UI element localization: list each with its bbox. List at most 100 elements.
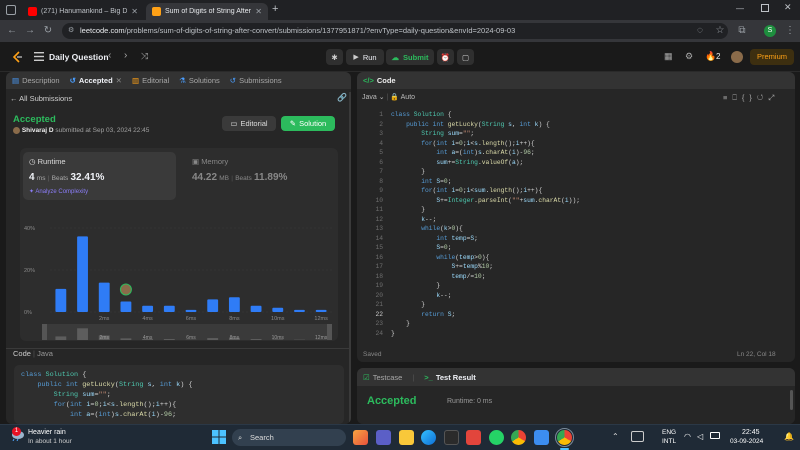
browser-tab-youtube[interactable]: (271) Hanumankind – Big Dawɡ ✕ (22, 3, 144, 20)
battery-icon[interactable] (710, 432, 720, 439)
input-lang[interactable]: ENG (662, 429, 676, 436)
chevron-up-icon[interactable]: ⌃ (612, 432, 619, 441)
auto-toggle[interactable]: 🔒 Auto (390, 94, 415, 101)
chevron-right-icon[interactable]: › (124, 50, 127, 61)
tab-search-icon[interactable] (6, 5, 16, 15)
code-line: while(k>0){ (421, 225, 463, 232)
timer-button[interactable]: ⏰ (437, 49, 454, 65)
range-slider-handle (327, 324, 332, 340)
bookmark-star-icon[interactable]: ☆ (714, 25, 726, 37)
daily-question-title[interactable]: Daily Question (49, 52, 109, 62)
close-icon[interactable]: ✕ (116, 76, 122, 85)
code-line: return S; (421, 310, 456, 318)
browser-tab-leetcode[interactable]: Sum of Digits of String After Co ✕ (146, 3, 268, 20)
format-icon[interactable]: ≡ (723, 93, 732, 102)
office-icon[interactable] (466, 430, 481, 445)
language-select[interactable]: Java ⌄ (362, 94, 385, 101)
editorial-button[interactable]: ▭ Editorial (222, 116, 276, 131)
problem-list-icon[interactable] (34, 52, 44, 61)
tab-testcase[interactable]: ☑ Testcase (363, 373, 402, 382)
photos-app-icon[interactable] (534, 430, 549, 445)
back-icon[interactable]: ← (6, 25, 18, 37)
code-line: int a=(int)s.charAt(i)-96; (69, 411, 177, 419)
notes-button[interactable]: ▢ (457, 49, 474, 65)
close-icon[interactable]: ✕ (131, 7, 138, 16)
widgets-app-icon[interactable] (353, 430, 368, 445)
weather-title[interactable]: Heavier rain (28, 429, 66, 436)
eye-off-icon[interactable]: ◌ (694, 25, 706, 37)
more-menu-icon[interactable]: ⋮ (784, 25, 796, 37)
code-editor[interactable]: class Solution { public int getLucky(Str… (391, 110, 786, 338)
tab-test-result[interactable]: >_ Test Result (424, 373, 475, 382)
chart-bar (207, 299, 219, 312)
site-info-icon[interactable]: ⚙ (68, 23, 74, 39)
fullscreen-icon[interactable]: ⤢ (768, 93, 779, 102)
runtime-distribution-chart[interactable]: 40% 20% 0% 2ms 4ms 6ms 8ms 10ms 12ms 2ms 4ms 6ms 8ms… (20, 204, 338, 341)
onedrive-icon[interactable] (631, 431, 644, 442)
reload-icon[interactable]: ↻ (42, 25, 54, 37)
taskbar-search-box[interactable]: ⌕ Search (232, 429, 346, 446)
layout-grid-icon[interactable]: ▦ (664, 51, 673, 62)
profile-avatar[interactable]: S (764, 25, 776, 37)
line-number: 1 (379, 111, 383, 118)
tab-solutions[interactable]: ⚗ Solutions (179, 76, 220, 85)
new-tab-icon[interactable]: + (272, 3, 278, 15)
chrome-icon[interactable] (511, 430, 526, 445)
chart-bar (55, 288, 67, 312)
microsoft-store-icon[interactable] (444, 430, 459, 445)
shuffle-icon[interactable]: ⤨ (141, 51, 148, 62)
author-name[interactable]: Shivaraj D (22, 127, 54, 134)
runtime-box[interactable]: ◷ Runtime 4 ms | Beats 32.41% ✦ Analyze … (23, 152, 176, 200)
submitted-code-preview[interactable]: class Solution { public int getLucky(Str… (14, 365, 344, 424)
bookmark-icon[interactable]: ⎕ (732, 93, 742, 102)
tab-accepted[interactable]: ↺ Accepted ✕ (70, 76, 122, 85)
chevron-left-icon[interactable]: ‹ (108, 50, 111, 61)
run-button[interactable]: ▶ Run (346, 49, 384, 65)
teams-icon[interactable] (376, 430, 391, 445)
leetcode-logo-icon[interactable] (12, 51, 23, 63)
user-avatar[interactable] (731, 51, 743, 63)
windows-start-icon[interactable] (212, 430, 226, 444)
memory-box[interactable]: ▣ Memory 44.22 MB | Beats 11.89% (186, 152, 336, 200)
minimize-icon[interactable]: — (736, 4, 744, 13)
solution-button[interactable]: ✎ Solution (281, 116, 335, 131)
arrow-left-icon: ← (10, 94, 18, 103)
book-icon: ▭ (230, 119, 238, 128)
streak-fire-icon[interactable]: 🔥 (705, 51, 716, 62)
whatsapp-icon[interactable] (489, 430, 504, 445)
premium-button[interactable]: Premium (750, 49, 794, 65)
tab-submissions[interactable]: ↺ Submissions (230, 76, 282, 85)
clock-time[interactable]: 22:45 (742, 429, 760, 436)
result-scrollbar[interactable] (790, 390, 793, 410)
close-icon[interactable]: ✕ (255, 7, 262, 16)
edge-browser-icon[interactable] (421, 430, 436, 445)
clock-icon: ◷ (29, 157, 36, 166)
volume-icon[interactable]: ◁ (697, 432, 703, 441)
reset-icon[interactable]: ↺ (757, 93, 768, 102)
submit-label: Submit (403, 52, 429, 62)
settings-gear-icon[interactable]: ⚙ (685, 51, 693, 62)
alarm-clock-icon: ⏰ (440, 52, 451, 62)
tab-editorial[interactable]: ▥ Editorial (132, 76, 169, 85)
line-number: 8 (379, 177, 383, 185)
all-submissions-link[interactable]: ← All Submissions (10, 94, 72, 103)
runtime-beats-label: Beats (51, 175, 69, 182)
braces-icon[interactable]: {} (742, 93, 757, 102)
forward-icon[interactable]: → (24, 25, 36, 37)
link-icon[interactable]: 🔗 (337, 93, 347, 102)
overview-tick-label: 2ms (100, 335, 110, 341)
url-input[interactable]: ⚙ leetcode.com/problems/sum-of-digits-of… (62, 23, 728, 39)
code-line: int S=0; (421, 177, 452, 185)
tab-description[interactable]: ▤ Description (12, 76, 60, 85)
analyze-complexity-link[interactable]: ✦ Analyze Complexity (29, 188, 88, 195)
file-explorer-icon[interactable] (399, 430, 414, 445)
wifi-icon[interactable]: ◠ (684, 432, 691, 441)
close-window-icon[interactable]: ✕ (784, 2, 792, 13)
debug-button[interactable]: ✱ (326, 49, 343, 65)
maximize-icon[interactable] (761, 4, 769, 12)
extensions-icon[interactable]: ⧉ (736, 25, 748, 37)
chrome-active-icon[interactable] (555, 428, 574, 447)
left-panel-scrollbar[interactable] (349, 92, 351, 422)
submit-button[interactable]: ☁ Submit (386, 49, 434, 65)
notification-bell-icon[interactable]: 🔔 (784, 432, 794, 441)
